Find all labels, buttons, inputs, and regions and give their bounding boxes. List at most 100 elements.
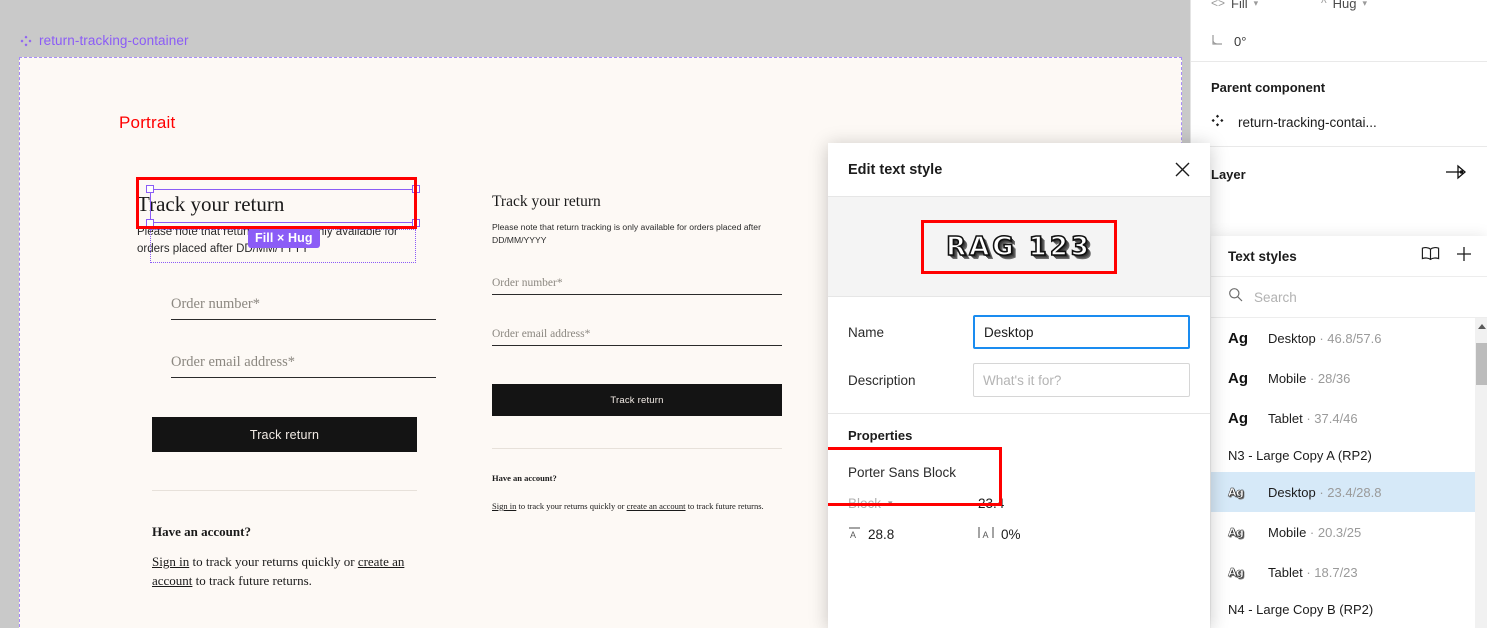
list-item-label: Tablet · 37.4/46 bbox=[1268, 410, 1358, 426]
rotation-value: 0° bbox=[1234, 33, 1247, 49]
list-item-label: Desktop · 46.8/57.6 bbox=[1268, 330, 1382, 346]
dialog-header: Edit text style bbox=[828, 143, 1210, 197]
style-preview-glyph: Ag bbox=[1228, 409, 1248, 427]
list-item-label: Desktop · 23.4/28.8 bbox=[1268, 484, 1382, 500]
style-preview-glyph: Ag bbox=[1228, 485, 1244, 499]
line-height-value: 28.8 bbox=[868, 526, 895, 542]
columnA-order-email-label: Order email address* bbox=[171, 354, 296, 370]
letter-spacing-value: 0% bbox=[1001, 526, 1021, 542]
columnA-header-block: Track your return Please note that retur… bbox=[134, 186, 434, 259]
text-styles-title: Text styles bbox=[1228, 248, 1297, 264]
height-mode-control[interactable]: ^ Hug ▾ bbox=[1321, 0, 1367, 11]
name-label: Name bbox=[848, 324, 885, 340]
properties-title: Properties bbox=[848, 428, 913, 443]
columnB-order-email-field[interactable]: Order email address* bbox=[492, 328, 782, 346]
font-weight-size-row: Block ▾ 23.4 bbox=[848, 496, 1190, 511]
list-item-label: Tablet · 18.7/23 bbox=[1268, 564, 1358, 580]
chevron-down-icon: ▾ bbox=[888, 498, 893, 508]
resize-handle-bottom-left[interactable] bbox=[146, 219, 154, 227]
description-input[interactable] bbox=[973, 363, 1190, 397]
columnB-order-number-label: Order number* bbox=[492, 277, 563, 289]
text-styles-list[interactable]: Ag Desktop · 46.8/57.6 Ag Mobile · 28/36… bbox=[1211, 318, 1487, 628]
columnB-have-account: Have an account? bbox=[492, 473, 557, 483]
list-item-label: Mobile · 20.3/25 bbox=[1268, 524, 1362, 540]
layer-export-icon[interactable] bbox=[1445, 163, 1467, 186]
frame-label-text: return-tracking-container bbox=[39, 33, 189, 48]
resize-handle-top-right[interactable] bbox=[412, 185, 420, 193]
edit-text-style-dialog[interactable]: Edit text style RAG 123 Name Description… bbox=[828, 143, 1210, 628]
scrollbar-thumb[interactable] bbox=[1476, 343, 1487, 385]
list-item[interactable]: Ag Desktop · 46.8/57.6 bbox=[1211, 318, 1487, 358]
columnA-heading: Track your return bbox=[137, 192, 285, 216]
dialog-form: Name Description bbox=[828, 297, 1210, 414]
line-height-icon: A bbox=[848, 526, 861, 542]
rotation-row[interactable]: 0° bbox=[1211, 33, 1467, 49]
text-styles-popover[interactable]: Text styles Search Ag Desktop · 46.8/57.… bbox=[1211, 236, 1487, 628]
columnB-divider bbox=[492, 448, 782, 449]
book-icon[interactable] bbox=[1421, 246, 1440, 266]
chevron-down-icon-height: ▾ bbox=[1362, 0, 1368, 8]
plus-icon[interactable] bbox=[1456, 246, 1472, 267]
columnA-track-return-label: Track return bbox=[249, 427, 320, 442]
columnB-signin-tail: to track future returns. bbox=[685, 501, 764, 511]
vertical-resize-icon: ^ bbox=[1321, 0, 1327, 10]
style-preview-glyph: Ag bbox=[1228, 369, 1248, 387]
letter-spacing-icon: A bbox=[978, 526, 994, 542]
frame-label[interactable]: return-tracking-container bbox=[20, 33, 189, 48]
width-mode-control[interactable]: <> Fill ▾ bbox=[1211, 0, 1321, 11]
resize-handle-bottom-right[interactable] bbox=[412, 219, 420, 227]
parent-component-name: return-tracking-contai... bbox=[1238, 114, 1377, 130]
size-badge[interactable]: Fill × Hug bbox=[248, 229, 320, 248]
annotation-box-preview: RAG 123 bbox=[921, 219, 1117, 274]
list-group-header: N4 - Large Copy B (RP2) bbox=[1228, 601, 1374, 617]
font-weight-value: Block bbox=[848, 496, 882, 511]
list-scrollbar[interactable] bbox=[1475, 318, 1487, 628]
columnA-signin-paragraph: Sign in to track your returns quickly or… bbox=[152, 553, 414, 591]
search-input[interactable] bbox=[1254, 289, 1434, 305]
parent-component-section: Parent component return-tracking-contai.… bbox=[1191, 62, 1487, 147]
font-weight-select[interactable]: Block ▾ bbox=[848, 496, 978, 511]
rotation-icon bbox=[1211, 33, 1224, 49]
font-family-value[interactable]: Porter Sans Block bbox=[848, 465, 1190, 480]
resize-handle-top-left[interactable] bbox=[146, 185, 154, 193]
columnA-order-number-rule bbox=[171, 319, 436, 320]
columnB-note: Please note that return tracking is only… bbox=[492, 222, 761, 245]
layer-section: Layer bbox=[1191, 147, 1487, 200]
style-preview-glyph: Ag bbox=[1228, 525, 1244, 539]
columnA-track-return-button[interactable]: Track return bbox=[152, 417, 417, 452]
text-styles-search-row[interactable] bbox=[1211, 277, 1487, 318]
portrait-label: Portrait bbox=[119, 113, 176, 132]
chevron-down-icon-width: ▾ bbox=[1253, 0, 1259, 8]
close-icon[interactable] bbox=[1172, 160, 1192, 180]
columnB-signin-mid: to track your returns quickly or bbox=[516, 501, 627, 511]
svg-text:A: A bbox=[983, 530, 989, 539]
parent-component-row[interactable]: return-tracking-contai... bbox=[1211, 114, 1467, 130]
list-item[interactable]: Ag Mobile · 28/36 bbox=[1211, 358, 1487, 398]
columnA-order-number-field[interactable]: Order number* bbox=[171, 296, 436, 320]
name-input[interactable] bbox=[973, 315, 1190, 349]
scroll-up-arrow-icon[interactable] bbox=[1478, 324, 1486, 329]
app-root: return-tracking-container Portrait Track… bbox=[0, 0, 1487, 628]
width-mode-value: Fill bbox=[1231, 0, 1248, 11]
columnB-signin-link[interactable]: Sign in bbox=[492, 501, 516, 511]
style-preview-area: RAG 123 bbox=[828, 197, 1210, 297]
columnB-track-return-button[interactable]: Track return bbox=[492, 384, 782, 416]
line-height-field[interactable]: A 28.8 bbox=[848, 526, 978, 542]
columnA-signin-tail: to track future returns. bbox=[192, 572, 312, 588]
columnA-order-email-field[interactable]: Order email address* bbox=[171, 354, 436, 378]
columnA-signin-link[interactable]: Sign in bbox=[152, 554, 189, 569]
list-item[interactable]: Ag Mobile · 20.3/25 bbox=[1211, 512, 1487, 552]
columnA-have-account: Have an account? bbox=[152, 524, 251, 539]
columnB-header-block: Track your return Please note that retur… bbox=[492, 193, 782, 247]
component-diamond-icon-parent bbox=[1211, 114, 1224, 130]
list-item[interactable]: Ag Tablet · 18.7/23 bbox=[1211, 552, 1487, 592]
font-size-field[interactable]: 23.4 bbox=[978, 496, 1108, 511]
style-preview-glyph: Ag bbox=[1228, 329, 1248, 347]
columnB-create-account-link[interactable]: create an account bbox=[627, 501, 686, 511]
list-item-selected[interactable]: Ag Desktop · 23.4/28.8 bbox=[1211, 472, 1487, 512]
list-item[interactable]: Ag Tablet · 37.4/46 bbox=[1211, 398, 1487, 438]
columnB-signin-paragraph: Sign in to track your returns quickly or… bbox=[492, 500, 780, 514]
letter-spacing-field[interactable]: A 0% bbox=[978, 526, 1108, 542]
columnA-divider bbox=[152, 490, 417, 491]
columnB-order-number-field[interactable]: Order number* bbox=[492, 277, 782, 295]
